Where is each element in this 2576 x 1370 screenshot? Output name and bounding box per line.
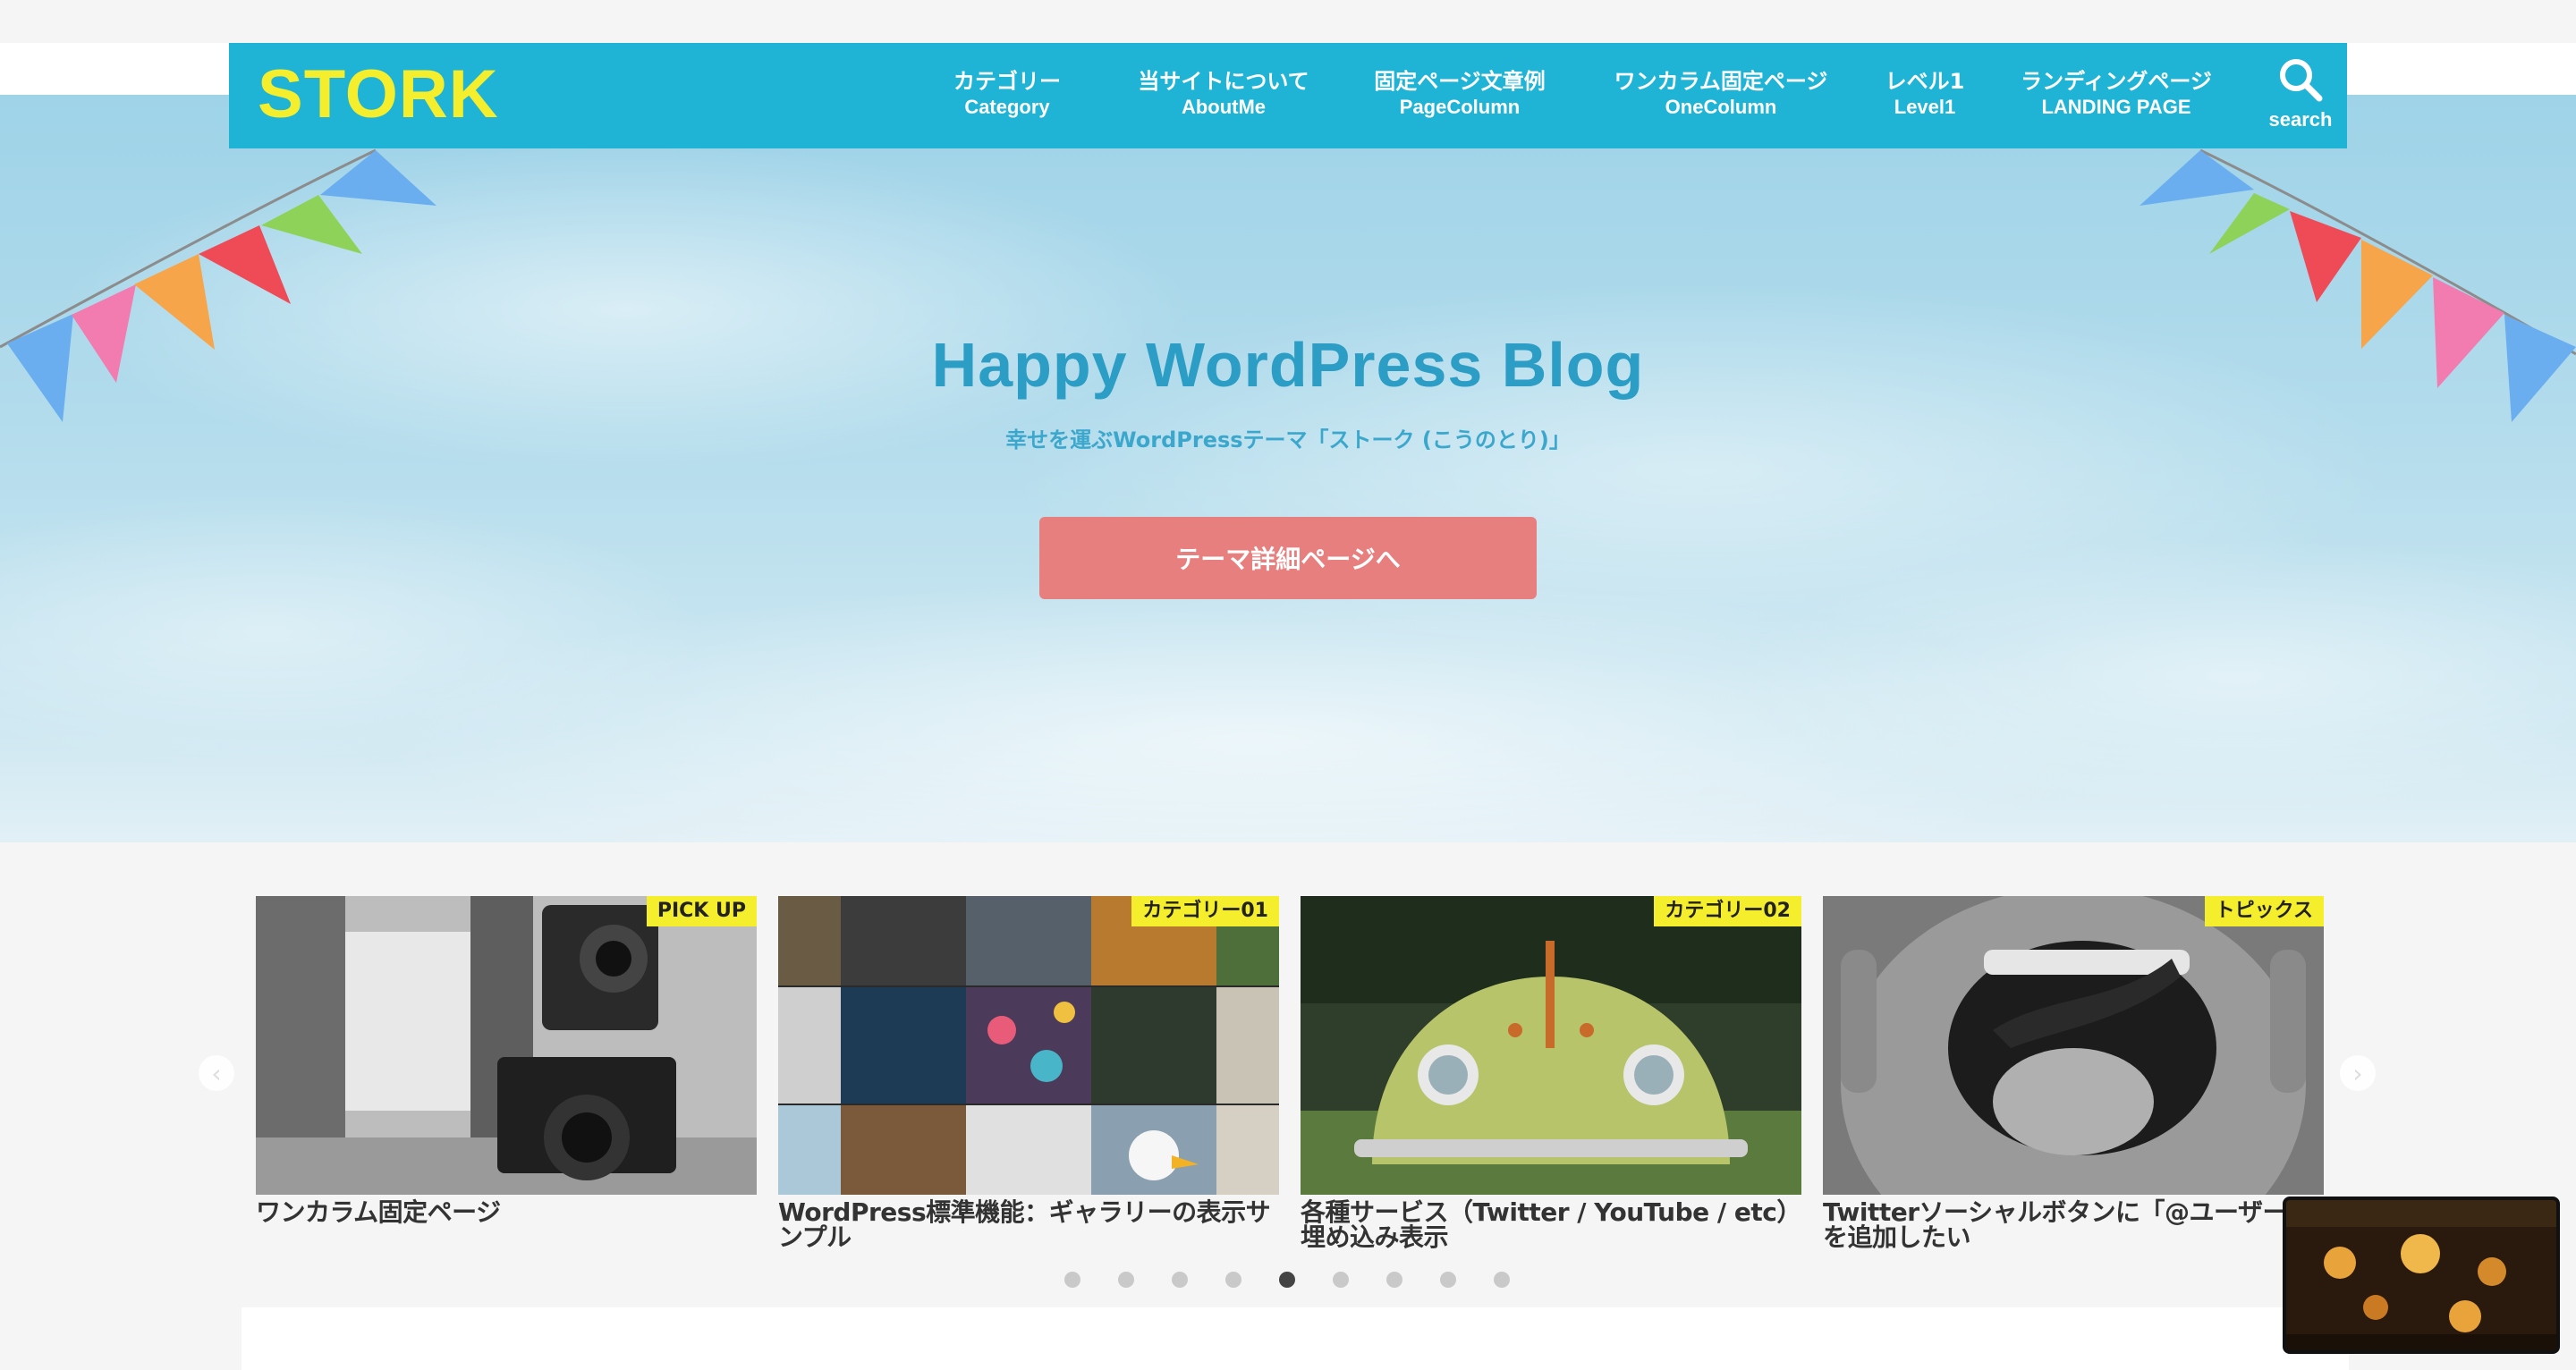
card-thumbnail: カテゴリー01	[778, 896, 1279, 1195]
site-header: STORK カテゴリー Category 当サイトについて AboutMe 固定…	[229, 43, 2347, 148]
nav-label-en: AboutMe	[1181, 96, 1267, 118]
carousel-card[interactable]: カテゴリー01 WordPress標準機能：ギャラリーの表示サンプル	[778, 896, 1279, 1250]
carousel-card[interactable]: PICK UP ワンカラム固定ページ	[256, 896, 757, 1225]
carousel-dot[interactable]	[1172, 1272, 1188, 1288]
nav-item-pagecolumn[interactable]: 固定ページ文章例 PageColumn	[1368, 68, 1551, 120]
search-button[interactable]: search	[2265, 55, 2336, 131]
nav-label-jp: カテゴリー	[953, 69, 1061, 94]
nav-label-en: Category	[964, 96, 1050, 118]
theme-detail-button[interactable]: テーマ詳細ページへ	[1039, 517, 1537, 599]
search-label: search	[2268, 108, 2333, 131]
carousel-dot[interactable]	[1440, 1272, 1456, 1288]
nav-label-en: LANDING PAGE	[2041, 96, 2191, 118]
category-badge: トピックス	[2204, 896, 2324, 926]
nav-item-onecolumn[interactable]: ワンカラム固定ページ OneColumn	[1606, 68, 1835, 120]
chevron-right-icon: ›	[2352, 1058, 2363, 1088]
nav-label-jp: 当サイトについて	[1138, 69, 1309, 94]
nav-item-landing-page[interactable]: ランディングページ LANDING PAGE	[2014, 68, 2218, 120]
card-thumbnail: トピックス	[1823, 896, 2324, 1195]
nav-item-aboutme[interactable]: 当サイトについて AboutMe	[1134, 68, 1313, 120]
carousel-dot-active[interactable]	[1279, 1272, 1295, 1288]
nav-item-level1[interactable]: レベル1 Level1	[1875, 68, 1975, 120]
carousel-dot[interactable]	[1225, 1272, 1241, 1288]
nav-label-en: PageColumn	[1399, 96, 1521, 118]
carousel-dot[interactable]	[1118, 1272, 1134, 1288]
nav-label-jp: ランディングページ	[2021, 69, 2212, 94]
nav-item-category[interactable]: カテゴリー Category	[945, 68, 1070, 120]
card-thumbnail: カテゴリー02	[1301, 896, 1801, 1195]
carousel-card[interactable]: カテゴリー02 各種サービス（Twitter / YouTube / etc）埋…	[1301, 896, 1801, 1250]
card-title: 各種サービス（Twitter / YouTube / etc）埋め込み表示	[1301, 1197, 1801, 1252]
chevron-left-icon: ‹	[211, 1058, 222, 1088]
carousel-dot[interactable]	[1386, 1272, 1402, 1288]
carousel-dot[interactable]	[1333, 1272, 1349, 1288]
pickup-carousel: ‹ › PICK UP ワンカラム固定ページ カテゴリー01 WordPress…	[0, 842, 2576, 1307]
video-thumbnail	[2286, 1200, 2556, 1350]
hero-banner: Happy WordPress Blog 幸せを運ぶWordPressテーマ「ス…	[0, 95, 2576, 842]
nav-label-jp: レベル1	[1885, 69, 1965, 94]
hero-subtitle: 幸せを運ぶWordPressテーマ「ストーク (こうのとり)」	[1005, 427, 1571, 452]
category-badge: カテゴリー02	[1654, 896, 1801, 926]
mini-video-player[interactable]	[2283, 1197, 2560, 1354]
content-panel	[242, 1307, 2349, 1370]
hero-title: Happy WordPress Blog	[931, 330, 1645, 400]
site-logo[interactable]: STORK	[258, 59, 499, 131]
nav-label-en: Level1	[1894, 96, 1956, 118]
category-badge: PICK UP	[646, 896, 757, 926]
search-icon	[2280, 59, 2323, 102]
bunting-decoration	[0, 148, 2576, 422]
category-badge: カテゴリー01	[1131, 896, 1279, 926]
nav-label-en: OneColumn	[1665, 96, 1777, 118]
nav-label-jp: ワンカラム固定ページ	[1614, 69, 1828, 94]
card-thumbnail: PICK UP	[256, 896, 757, 1195]
card-title: Twitterソーシャルボタンに「@ユーザー名」を追加したい	[1823, 1197, 2324, 1252]
card-title: ワンカラム固定ページ	[256, 1197, 501, 1227]
carousel-next-button[interactable]: ›	[2340, 1055, 2376, 1091]
carousel-card[interactable]: トピックス Twitterソーシャルボタンに「@ユーザー名」を追加したい	[1823, 896, 2324, 1250]
card-title: WordPress標準機能：ギャラリーの表示サンプル	[778, 1197, 1271, 1252]
carousel-prev-button[interactable]: ‹	[199, 1055, 234, 1091]
carousel-pagination	[1055, 1272, 1521, 1293]
carousel-dot[interactable]	[1064, 1272, 1080, 1288]
carousel-dot[interactable]	[1494, 1272, 1510, 1288]
nav-label-jp: 固定ページ文章例	[1374, 69, 1546, 94]
